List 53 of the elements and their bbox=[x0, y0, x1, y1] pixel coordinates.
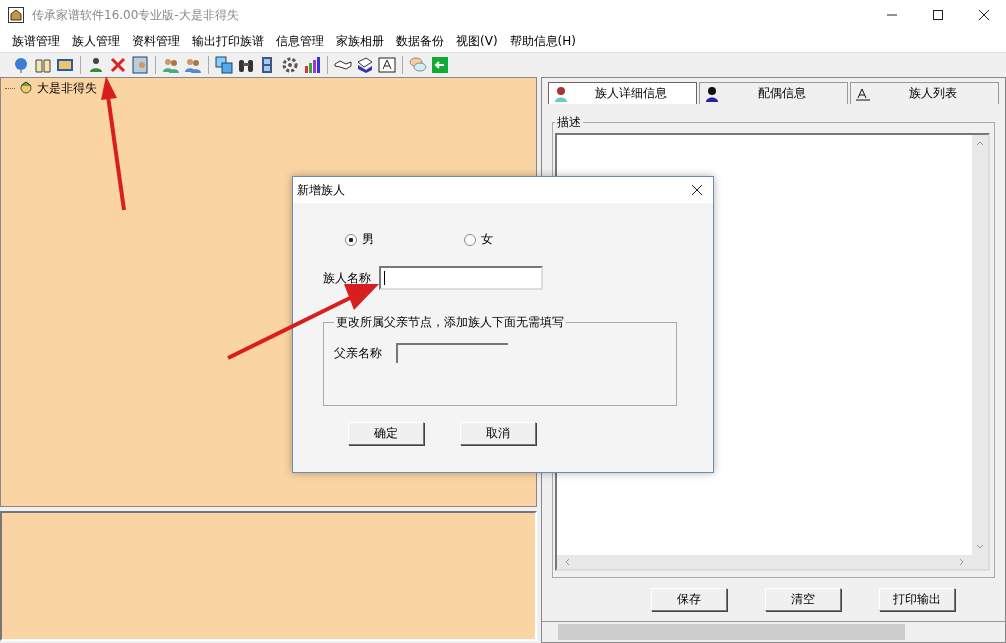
menu-item[interactable]: 家族相册 bbox=[330, 32, 390, 50]
chevron-right-icon[interactable] bbox=[959, 558, 964, 566]
menu-item[interactable]: 资料管理 bbox=[126, 32, 186, 50]
menu-item[interactable]: 帮助信息(H) bbox=[503, 32, 582, 50]
menu-item[interactable]: 数据备份 bbox=[390, 32, 450, 50]
dialog-title: 新增族人 bbox=[297, 181, 345, 199]
tab[interactable]: 族人详细信息 bbox=[548, 82, 697, 104]
card-icon[interactable] bbox=[131, 56, 149, 74]
menu-item[interactable]: 视图(V) bbox=[450, 32, 504, 50]
menu-item[interactable]: 信息管理 bbox=[270, 32, 330, 50]
tab[interactable]: 配偶信息 bbox=[699, 82, 848, 104]
house-icon bbox=[8, 7, 24, 23]
people-icon[interactable] bbox=[162, 56, 180, 74]
field-label: 族人名称 bbox=[323, 269, 371, 287]
maximize-icon[interactable] bbox=[932, 9, 944, 21]
panel-button[interactable]: 打印输出 bbox=[879, 588, 955, 611]
menu-item[interactable]: 族人管理 bbox=[66, 32, 126, 50]
book-icon[interactable] bbox=[34, 56, 52, 74]
horizontal-scrollbar[interactable] bbox=[542, 621, 1005, 642]
delete-icon[interactable] bbox=[109, 56, 127, 74]
horizontal-scrollbar[interactable] bbox=[557, 555, 972, 569]
letter-icon[interactable] bbox=[378, 56, 396, 74]
dialog-button[interactable]: 取消 bbox=[460, 422, 536, 445]
menu-item[interactable]: 族谱管理 bbox=[6, 32, 66, 50]
window-title: 传承家谱软件16.00专业版-大是非得失 bbox=[32, 6, 239, 24]
radio-option[interactable]: 男 bbox=[345, 231, 374, 248]
close-icon[interactable] bbox=[978, 9, 990, 21]
chevron-left-icon[interactable] bbox=[565, 558, 570, 566]
radio-option[interactable]: 女 bbox=[464, 231, 493, 248]
name-field[interactable] bbox=[379, 266, 543, 290]
tab[interactable]: 族人列表 bbox=[850, 82, 999, 104]
people-icon[interactable] bbox=[184, 56, 202, 74]
radio-button[interactable] bbox=[345, 233, 357, 246]
panel-button[interactable]: 保存 bbox=[651, 588, 727, 611]
chevron-up-icon[interactable] bbox=[976, 141, 984, 146]
picture-icon[interactable] bbox=[56, 56, 74, 74]
group-label: 描述 bbox=[556, 114, 582, 131]
exit-icon[interactable] bbox=[431, 56, 449, 74]
gear-icon[interactable] bbox=[281, 56, 299, 74]
close-icon[interactable] bbox=[691, 184, 703, 196]
dialog-button[interactable]: 确定 bbox=[348, 422, 424, 445]
chevron-down-icon[interactable] bbox=[976, 544, 984, 549]
globe-icon[interactable] bbox=[12, 56, 30, 74]
menu-item[interactable]: 输出打印族谱 bbox=[186, 32, 270, 50]
vertical-scrollbar[interactable] bbox=[972, 135, 988, 569]
panel-button[interactable]: 清空 bbox=[765, 588, 841, 611]
radio-button[interactable] bbox=[464, 233, 476, 246]
bar-chart-icon[interactable] bbox=[303, 56, 321, 74]
tree-item[interactable]: 大是非得失 bbox=[37, 80, 97, 97]
speech-bubble-icon[interactable] bbox=[409, 56, 427, 74]
field-label: 父亲名称 bbox=[334, 344, 382, 362]
windows-icon[interactable] bbox=[215, 56, 233, 74]
group-label: 更改所属父亲节点，添加族人下面无需填写 bbox=[335, 314, 565, 331]
